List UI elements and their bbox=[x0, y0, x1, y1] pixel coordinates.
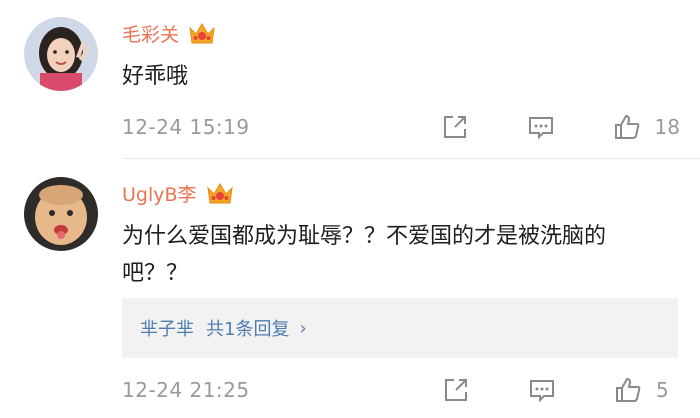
comment-item: UglyB李 为什么爱国都成为耻辱？？不爱国的才是被洗脑的吧？？ 芈子芈 共1条… bbox=[0, 160, 700, 418]
comment-icon[interactable] bbox=[527, 113, 555, 141]
like-icon[interactable] bbox=[613, 113, 641, 141]
username[interactable]: UglyB李 bbox=[122, 180, 197, 207]
reply-count-link[interactable]: 共1条回复 bbox=[206, 315, 289, 341]
avatar[interactable] bbox=[24, 17, 98, 91]
comment-item: 毛彩关 好乖哦 12-24 15:19 18 bbox=[0, 0, 700, 160]
timestamp: 12-24 21:25 bbox=[122, 378, 250, 402]
reply-username[interactable]: 芈子芈 bbox=[140, 315, 194, 341]
reply-preview[interactable]: 芈子芈 共1条回复 › bbox=[122, 298, 678, 358]
comment-text: 好乖哦 bbox=[122, 64, 189, 89]
timestamp: 12-24 15:19 bbox=[122, 115, 250, 139]
like-icon[interactable] bbox=[614, 376, 642, 404]
comment-icon[interactable] bbox=[528, 376, 556, 404]
avatar[interactable] bbox=[24, 177, 98, 251]
comment-text: 为什么爱国都成为耻辱？？不爱国的才是被洗脑的吧？？ bbox=[122, 224, 607, 286]
username[interactable]: 毛彩关 bbox=[122, 20, 179, 47]
vip-crown-icon bbox=[189, 23, 215, 44]
like-count: 5 bbox=[656, 378, 669, 402]
divider bbox=[122, 158, 700, 159]
vip-crown-icon bbox=[206, 183, 233, 204]
share-icon[interactable] bbox=[441, 113, 469, 141]
like-count: 18 bbox=[654, 115, 680, 139]
share-icon[interactable] bbox=[442, 376, 470, 404]
chevron-right-icon: › bbox=[299, 317, 307, 339]
